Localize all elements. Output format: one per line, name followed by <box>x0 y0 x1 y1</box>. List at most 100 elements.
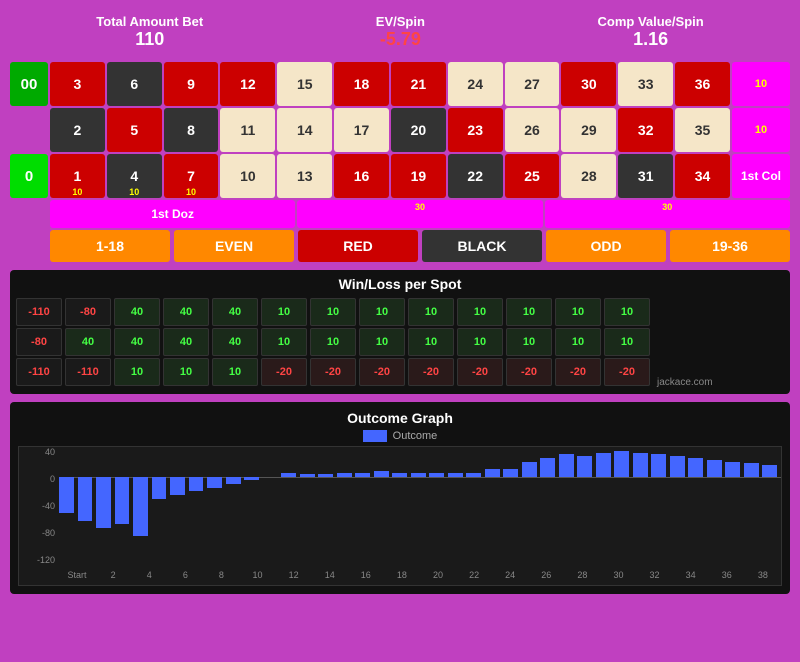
bar-38 <box>762 465 777 476</box>
x-6: 6 <box>167 570 203 580</box>
main-container: Total Amount Bet 110 EV/Spin -5.79 Comp … <box>0 0 800 604</box>
cell-00[interactable]: 00 <box>10 62 48 106</box>
bar-22 <box>466 473 481 477</box>
col-bet-mid[interactable]: 10 <box>732 108 790 152</box>
bar-34 <box>688 458 703 476</box>
bet-odd[interactable]: ODD <box>546 230 666 262</box>
wl-11-1: 10 <box>555 298 601 326</box>
cell-33[interactable]: 33 <box>618 62 673 106</box>
bar-chart-area <box>59 447 781 565</box>
cell-8[interactable]: 8 <box>164 108 219 152</box>
cell-13[interactable]: 13 <box>277 154 332 198</box>
x-14: 14 <box>312 570 348 580</box>
legend-label: Outcome <box>393 430 438 442</box>
wl-3-2: 40 <box>163 328 209 356</box>
third-dozen-bet: 30 <box>662 202 672 212</box>
cell-23[interactable]: 23 <box>448 108 503 152</box>
bar-5 <box>152 477 167 499</box>
cell-19[interactable]: 19 <box>391 154 446 198</box>
bar-29 <box>596 453 611 477</box>
bar-25 <box>522 462 537 477</box>
cell-7[interactable]: 710 <box>164 154 219 198</box>
second-dozen[interactable]: 30 <box>297 200 542 228</box>
cell-28[interactable]: 28 <box>561 154 616 198</box>
cell-36[interactable]: 36 <box>675 62 730 106</box>
bet-red[interactable]: RED <box>298 230 418 262</box>
col-bet-top[interactable]: 10 <box>732 62 790 106</box>
y-label-0: 0 <box>50 474 55 484</box>
wl-12-2: 10 <box>604 328 650 356</box>
wl-5-3: -20 <box>261 358 307 386</box>
cell-31[interactable]: 31 <box>618 154 673 198</box>
graph-title: Outcome Graph <box>18 410 782 426</box>
cell-4[interactable]: 410 <box>107 154 162 198</box>
cell-35[interactable]: 35 <box>675 108 730 152</box>
bet-black[interactable]: BLACK <box>422 230 542 262</box>
cell-1[interactable]: 110 <box>50 154 105 198</box>
outside-row: 1-18 EVEN RED BLACK ODD 19-36 <box>50 230 790 262</box>
cell-18[interactable]: 18 <box>334 62 389 106</box>
y-label-neg80: -80 <box>42 528 55 538</box>
cell-32[interactable]: 32 <box>618 108 673 152</box>
wl-col-7: 10 10 -20 <box>359 298 405 386</box>
x-12: 12 <box>276 570 312 580</box>
wl-12-1: 10 <box>604 298 650 326</box>
wl-col-4: 40 40 10 <box>212 298 258 386</box>
bar-18 <box>392 473 407 477</box>
cell-22[interactable]: 22 <box>448 154 503 198</box>
board-section: 00 0 3 6 9 12 15 18 21 24 27 30 3 <box>10 60 790 262</box>
cell-25[interactable]: 25 <box>505 154 560 198</box>
bar-2 <box>96 477 111 529</box>
cell-30[interactable]: 30 <box>561 62 616 106</box>
bar-31 <box>633 453 648 477</box>
wl-col-11: 10 10 -20 <box>555 298 601 386</box>
winloss-section: Win/Loss per Spot -110 -80 -110 -80 40 -… <box>10 270 790 394</box>
winloss-title: Win/Loss per Spot <box>16 276 784 292</box>
cell-10[interactable]: 10 <box>220 154 275 198</box>
bet-1-18[interactable]: 1-18 <box>50 230 170 262</box>
bet-even[interactable]: EVEN <box>174 230 294 262</box>
wl-11-3: -20 <box>555 358 601 386</box>
wl-8-3: -20 <box>408 358 454 386</box>
cell-11[interactable]: 11 <box>220 108 275 152</box>
first-dozen[interactable]: 1st Doz <box>50 200 295 228</box>
x-32: 32 <box>637 570 673 580</box>
y-axis: 40 0 -40 -80 -120 <box>19 447 59 565</box>
jackace-label: jackace.com <box>653 298 713 388</box>
cell-12[interactable]: 12 <box>220 62 275 106</box>
cell-29[interactable]: 29 <box>561 108 616 152</box>
cell-16[interactable]: 16 <box>334 154 389 198</box>
wl-6-2: 10 <box>310 328 356 356</box>
wl-7-1: 10 <box>359 298 405 326</box>
wl-col-6: 10 10 -20 <box>310 298 356 386</box>
cell-34[interactable]: 34 <box>675 154 730 198</box>
cell-5[interactable]: 5 <box>107 108 162 152</box>
cell-17[interactable]: 17 <box>334 108 389 152</box>
third-dozen[interactable]: 30 <box>545 200 790 228</box>
cell-2[interactable]: 2 <box>50 108 105 152</box>
cell-21[interactable]: 21 <box>391 62 446 106</box>
cell-15[interactable]: 15 <box>277 62 332 106</box>
cell-24[interactable]: 24 <box>448 62 503 106</box>
second-dozen-bet: 30 <box>415 202 425 212</box>
cell-26[interactable]: 26 <box>505 108 560 152</box>
cell-20[interactable]: 20 <box>391 108 446 152</box>
wl-col-2: 40 40 10 <box>114 298 160 386</box>
winloss-grid: -110 -80 -110 -80 40 -110 40 40 10 40 40… <box>16 298 784 388</box>
col-bet-1st[interactable]: 1st Col <box>732 154 790 198</box>
bar-33 <box>670 456 685 477</box>
zero-line <box>59 477 781 478</box>
bar-8 <box>207 477 222 488</box>
bar-13 <box>300 474 315 476</box>
wl-col-3: 40 40 10 <box>163 298 209 386</box>
cell-3[interactable]: 3 <box>50 62 105 106</box>
cell-27[interactable]: 27 <box>505 62 560 106</box>
cell-14[interactable]: 14 <box>277 108 332 152</box>
cell-9[interactable]: 9 <box>164 62 219 106</box>
cell-0[interactable]: 0 <box>10 154 48 198</box>
bet-19-36[interactable]: 19-36 <box>670 230 790 262</box>
cell-6[interactable]: 6 <box>107 62 162 106</box>
wl-1-3: -110 <box>65 358 111 386</box>
x-start: Start <box>59 570 95 580</box>
x-16: 16 <box>348 570 384 580</box>
